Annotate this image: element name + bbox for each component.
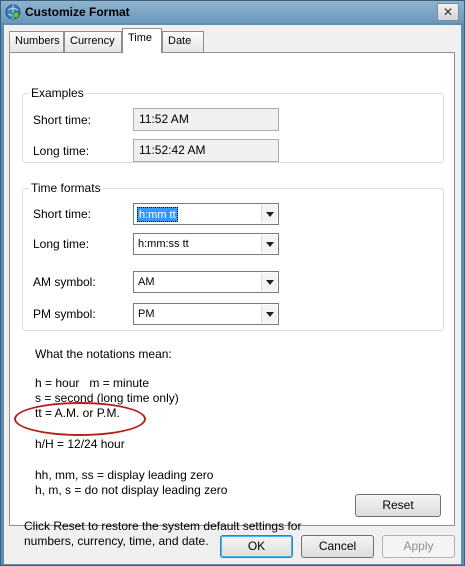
chevron-down-icon[interactable] [261,305,277,323]
tab-label: Numbers [15,35,60,47]
reset-description-line1: Click Reset to restore the system defaul… [24,519,302,533]
examples-legend: Examples [31,86,84,100]
window-title: Customize Format [25,5,130,19]
customize-format-dialog: Customize Format ✕ Numbers Currency Time… [0,0,465,566]
am-symbol-value: AM [138,276,155,288]
time-tab-page: Examples Short time: 11:52 AM Long time:… [9,52,455,548]
tab-date[interactable]: Date [162,31,204,52]
close-icon: ✕ [442,5,454,19]
notation-hour-minute: h = hour m = minute [35,376,150,390]
notation-12-24-hour: h/H = 12/24 hour [35,437,125,451]
pm-symbol-combobox[interactable]: PM [133,303,279,325]
example-long-time-label: Long time: [33,144,90,158]
tab-label: Date [168,35,192,47]
cancel-button[interactable]: Cancel [301,535,374,558]
am-symbol-label: AM symbol: [33,275,96,289]
tab-label: Time [128,32,153,44]
chevron-down-icon[interactable] [261,235,277,253]
close-button[interactable]: ✕ [437,3,459,21]
reset-description-line2: numbers, currency, time, and date. [24,534,209,548]
tab-numbers[interactable]: Numbers [9,31,64,52]
tab-label: Currency [70,35,115,47]
short-time-value: h:mm tt [137,207,178,222]
tab-time[interactable]: Time [122,28,162,53]
apply-button-label: Apply [403,539,434,553]
example-short-time-field: 11:52 AM [133,108,279,131]
annotation-ellipse [14,402,146,436]
ok-button[interactable]: OK [220,535,293,558]
reset-button-label: Reset [382,498,414,512]
tab-currency[interactable]: Currency [64,31,122,52]
title-bar[interactable]: Customize Format ✕ [1,1,464,23]
long-time-value: h:mm:ss tt [138,238,189,250]
long-time-combobox[interactable]: h:mm:ss tt [133,233,279,255]
reset-button[interactable]: Reset [355,494,441,517]
notation-leading-zero: hh, mm, ss = display leading zero [35,468,214,482]
pm-symbol-value: PM [138,308,155,320]
long-time-label: Long time: [33,237,90,251]
notations-heading: What the notations mean: [35,347,172,361]
chevron-down-icon[interactable] [261,205,277,223]
example-short-time-label: Short time: [33,113,92,127]
notation-no-leading-zero: h, m, s = do not display leading zero [35,483,228,497]
control-panel-globe-icon [5,4,21,20]
am-symbol-combobox[interactable]: AM [133,271,279,293]
chevron-down-icon[interactable] [261,273,277,291]
pm-symbol-label: PM symbol: [33,307,96,321]
ok-button-label: OK [247,539,266,553]
short-time-combobox[interactable]: h:mm tt [133,203,279,225]
short-time-label: Short time: [33,207,92,221]
cancel-button-label: Cancel [318,539,357,553]
example-long-time-field: 11:52:42 AM [133,139,279,162]
time-formats-legend: Time formats [31,181,101,195]
dialog-client-area: Numbers Currency Time Date Examples Shor… [4,25,461,564]
apply-button[interactable]: Apply [382,535,455,558]
